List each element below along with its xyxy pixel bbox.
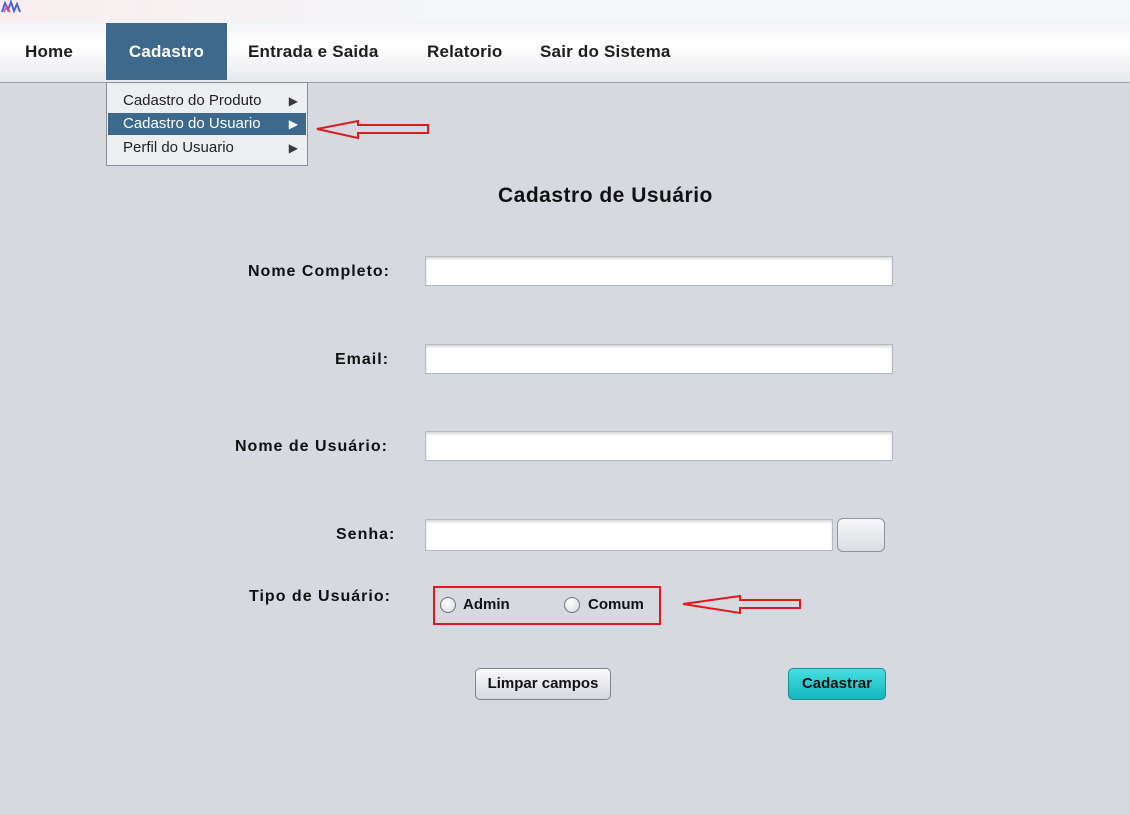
cadastro-dropdown-menu: Cadastro do Produto ▶ Cadastro do Usuari… <box>106 82 308 166</box>
dropdown-item-perfil-usuario[interactable]: Perfil do Usuario ▶ <box>108 137 306 159</box>
window-titlebar <box>0 0 1130 21</box>
dropdown-item-label: Cadastro do Usuario <box>123 115 261 132</box>
main-menubar: Home Cadastro Entrada e Saida Relatorio … <box>0 21 1130 83</box>
senha-label: Senha: <box>336 526 396 543</box>
admin-radio-label[interactable]: Admin <box>463 596 510 613</box>
senha-input[interactable] <box>425 519 833 551</box>
limpar-campos-button[interactable]: Limpar campos <box>475 668 611 700</box>
cadastrar-button[interactable]: Cadastrar <box>788 668 886 700</box>
form-title: Cadastro de Usuário <box>498 184 713 207</box>
chevron-right-icon: ▶ <box>288 141 298 155</box>
app-logo-icon <box>1 0 21 14</box>
dropdown-item-label: Perfil do Usuario <box>123 139 234 156</box>
chevron-right-icon: ▶ <box>288 117 298 131</box>
menu-relatorio[interactable]: Relatorio <box>427 23 502 80</box>
menu-home[interactable]: Home <box>25 23 73 80</box>
nome-usuario-input[interactable] <box>425 431 893 461</box>
dropdown-item-cadastro-usuario[interactable]: Cadastro do Usuario ▶ <box>108 113 306 135</box>
tipo-usuario-label: Tipo de Usuário: <box>249 588 391 605</box>
email-input[interactable] <box>425 344 893 374</box>
menu-cadastro[interactable]: Cadastro <box>106 23 227 80</box>
nome-completo-input[interactable] <box>425 256 893 286</box>
menu-entrada-saida[interactable]: Entrada e Saida <box>248 23 379 80</box>
show-password-button[interactable] <box>837 518 885 552</box>
arrow-left-icon <box>316 120 429 140</box>
chevron-right-icon: ▶ <box>288 94 298 108</box>
dropdown-item-label: Cadastro do Produto <box>123 92 262 109</box>
menu-sair-do-sistema[interactable]: Sair do Sistema <box>540 23 671 80</box>
tipo-usuario-radio-group: Admin Comum <box>433 586 661 625</box>
comum-radio[interactable] <box>564 597 580 613</box>
dropdown-item-cadastro-produto[interactable]: Cadastro do Produto ▶ <box>108 90 306 112</box>
email-label: Email: <box>335 351 390 368</box>
comum-radio-label[interactable]: Comum <box>588 596 644 613</box>
arrow-left-icon <box>682 595 801 615</box>
nome-usuario-label: Nome de Usuário: <box>235 438 388 455</box>
admin-radio[interactable] <box>440 597 456 613</box>
nome-completo-label: Nome Completo: <box>248 263 390 280</box>
